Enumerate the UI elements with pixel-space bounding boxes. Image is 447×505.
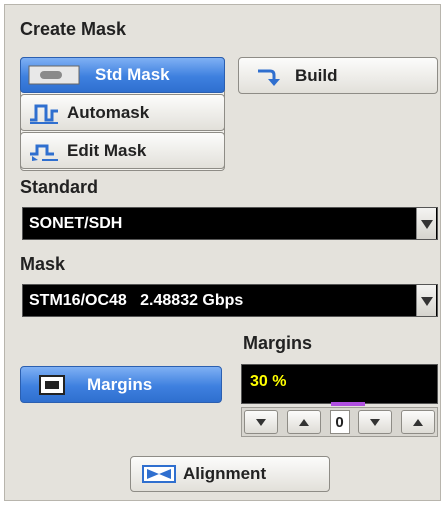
chevron-down-icon[interactable] [416, 208, 436, 239]
alignment-label: Alignment [183, 464, 267, 483]
coarse-increase-button[interactable] [286, 410, 321, 434]
margins-title: Margins [243, 333, 313, 353]
alignment-button[interactable]: Alignment [130, 456, 330, 492]
build-label: Build [295, 65, 338, 85]
mask-title: Mask [20, 254, 66, 274]
std-mask-button[interactable]: Std Mask [20, 57, 225, 93]
margins-indicator-bar [331, 402, 365, 406]
margins-value-display[interactable]: 30 % [241, 364, 438, 406]
margins-stepper: 0 [241, 407, 438, 437]
margins-toggle-label: Margins [87, 374, 153, 394]
triangle-down-icon [256, 419, 266, 426]
std-mask-label: Std Mask [95, 65, 170, 84]
mask-value: STM16/OC48 2.48832 Gbps [29, 291, 244, 309]
mask-dropdown[interactable]: STM16/OC48 2.48832 Gbps [22, 284, 438, 317]
triangle-up-icon [413, 419, 423, 426]
build-arrow-icon [255, 64, 281, 88]
triangle-down-icon [370, 419, 381, 426]
standard-value: SONET/SDH [29, 214, 123, 232]
automask-label: Automask [67, 102, 150, 122]
build-button[interactable]: Build [238, 57, 438, 94]
std-mask-icon [27, 63, 81, 87]
chevron-down-icon[interactable] [416, 285, 436, 316]
mask-panel: Create Mask Std Mask Automask Edit Mask … [4, 4, 441, 501]
create-mask-title: Create Mask [20, 19, 127, 39]
standard-dropdown[interactable]: SONET/SDH [22, 207, 438, 240]
automask-button[interactable]: Automask [20, 94, 225, 131]
edit-mask-label: Edit Mask [67, 140, 147, 160]
coarse-decrease-button[interactable] [244, 410, 278, 434]
edit-mask-button[interactable]: Edit Mask [20, 132, 225, 169]
margins-toggle-button[interactable]: Margins [20, 366, 222, 403]
edit-mask-icon [27, 139, 61, 163]
standard-title: Standard [20, 177, 99, 197]
margins-icon [38, 374, 66, 396]
automask-icon [27, 101, 61, 125]
fine-decrease-button[interactable] [358, 410, 393, 434]
triangle-up-icon [298, 419, 309, 426]
alignment-icon [141, 463, 177, 485]
fine-increase-button[interactable] [401, 410, 435, 434]
margins-value: 30 % [250, 373, 287, 390]
step-value[interactable]: 0 [329, 410, 350, 434]
